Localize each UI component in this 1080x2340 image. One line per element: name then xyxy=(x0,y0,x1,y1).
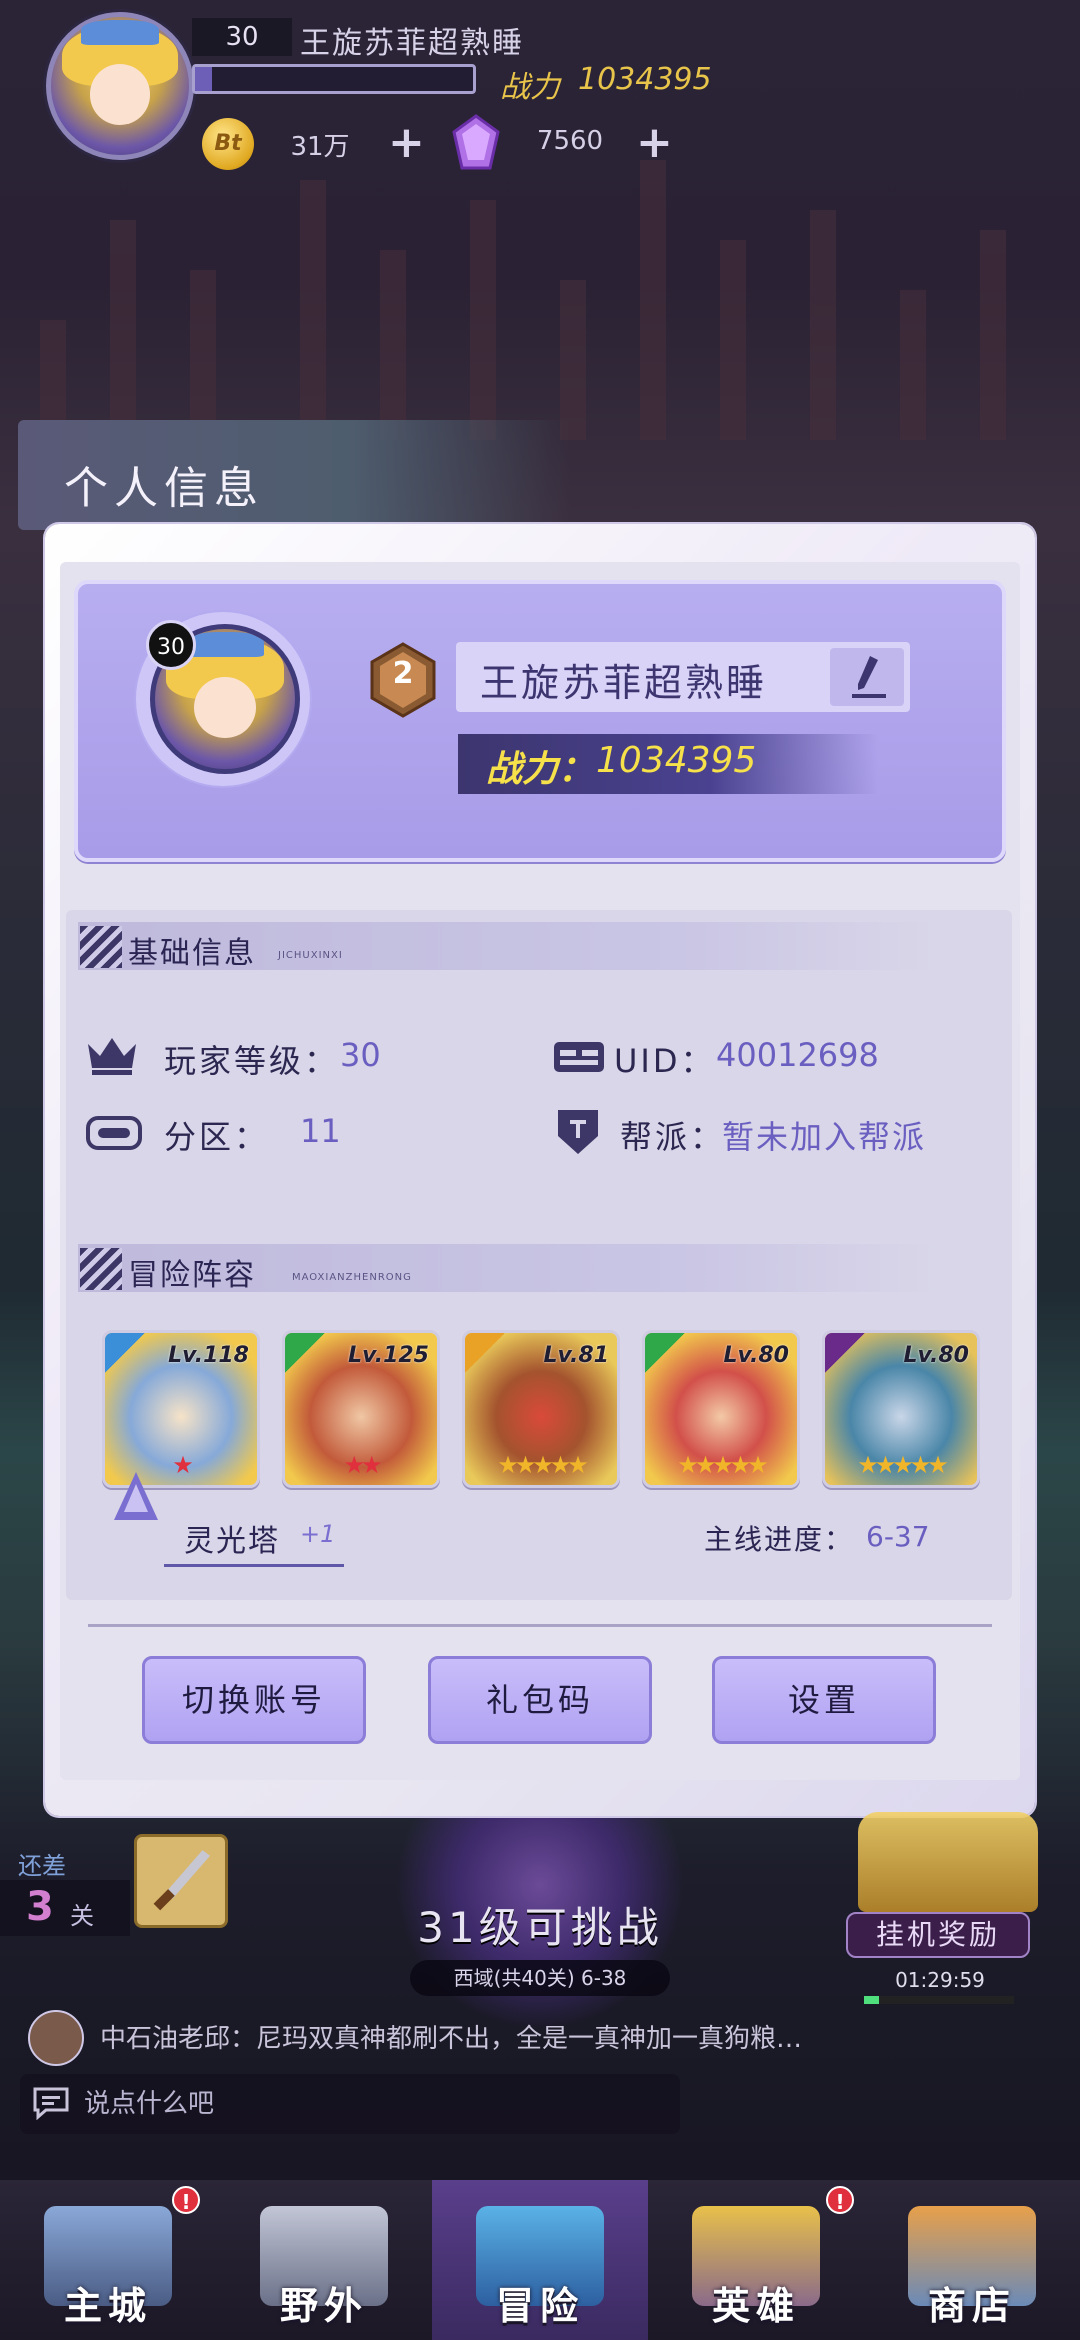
nature-element-icon xyxy=(645,1333,685,1373)
settings-button[interactable]: 设置 xyxy=(712,1656,936,1744)
power-label: 战力 xyxy=(500,70,560,105)
stripe-icon xyxy=(80,926,122,968)
hero-level: Lv.80 xyxy=(903,1343,969,1368)
nav-label: 冒险 xyxy=(495,2284,584,2328)
coin-icon: Bt xyxy=(202,118,254,170)
remain-label: 还差 xyxy=(18,1852,66,1880)
uid-label: UID： xyxy=(614,1042,716,1080)
chat-avatar xyxy=(28,2010,84,2066)
nav-label: 野外 xyxy=(279,2284,368,2328)
gem-icon xyxy=(452,114,500,170)
hero-stars: ★★★★★ xyxy=(857,1451,949,1479)
page-title: 个人信息 xyxy=(64,463,264,514)
player-name: 王旋苏菲超熟睡 xyxy=(300,26,524,61)
crown-icon xyxy=(88,1038,136,1075)
profile-name: 王旋苏菲超熟睡 xyxy=(480,661,768,705)
guild-value: 暂未加入帮派 xyxy=(722,1118,927,1156)
stripe-icon xyxy=(80,1248,122,1290)
light-element-icon xyxy=(465,1333,505,1373)
spirit-tower-label[interactable]: 灵光塔 xyxy=(184,1516,280,1560)
profile-power-label: 战力： xyxy=(486,749,595,790)
server-icon xyxy=(86,1116,142,1150)
nature-element-icon xyxy=(285,1333,325,1373)
basic-info-title: 基础信息 xyxy=(128,936,256,971)
idle-timer: 01:29:59 xyxy=(895,1968,985,1992)
nav-shop[interactable]: 商店 xyxy=(864,2180,1080,2340)
hero-stars: ★★★★★ xyxy=(497,1451,589,1479)
nav-heroes[interactable]: ! 英雄 xyxy=(648,2180,864,2340)
pencil-icon xyxy=(852,656,886,698)
lineup-subtitle: MAOXIANZHENRONG xyxy=(292,1272,412,1283)
server-value: 11 xyxy=(300,1112,341,1150)
hero-stars: ★★ xyxy=(343,1451,382,1479)
id-card-icon xyxy=(554,1042,604,1072)
exp-bar-fill xyxy=(195,67,212,91)
hero-card-2[interactable]: Lv.125 ★★ xyxy=(282,1330,440,1488)
chat-message[interactable]: 中石油老邱：尼玛双真神都刷不出，全是一真神加一真狗粮… xyxy=(100,2018,1060,2055)
divider xyxy=(88,1624,992,1627)
power-value: 1034395 xyxy=(578,62,712,97)
idle-reward-button[interactable]: 挂机奖励 xyxy=(846,1912,1030,1958)
dark-element-icon xyxy=(825,1333,865,1373)
hero-level: Lv.118 xyxy=(168,1343,249,1368)
chat-bubble-icon xyxy=(33,2087,69,2120)
profile-power-value: 1034395 xyxy=(596,740,757,781)
add-gem-button[interactable]: + xyxy=(636,121,673,165)
server-label: 分区： xyxy=(164,1118,270,1156)
background-city-silhouette xyxy=(0,140,1080,440)
chat-input[interactable]: 说点什么吧 xyxy=(20,2074,680,2134)
exp-bar xyxy=(192,64,476,94)
notification-badge: ! xyxy=(172,2186,200,2214)
player-level: 30 xyxy=(192,18,292,56)
lineup-title: 冒险阵容 xyxy=(128,1258,256,1293)
nav-label: 商店 xyxy=(927,2284,1016,2328)
hero-card-3[interactable]: Lv.81 ★★★★★ xyxy=(462,1330,620,1488)
edit-name-button[interactable] xyxy=(830,648,904,706)
nav-main-city[interactable]: ! 主城 xyxy=(0,2180,216,2340)
nav-wild[interactable]: 野外 xyxy=(216,2180,432,2340)
spirit-tower-bonus: +1 xyxy=(300,1520,336,1548)
gift-code-button[interactable]: 礼包码 xyxy=(428,1656,652,1744)
spirit-tower-underline xyxy=(164,1564,344,1567)
uid-value: 40012698 xyxy=(716,1036,879,1074)
guild-label: 帮派： xyxy=(620,1118,726,1156)
rank-number: 2 xyxy=(392,656,414,691)
nav-label: 主城 xyxy=(63,2284,152,2328)
hero-level: Lv.125 xyxy=(348,1343,429,1368)
idle-progress-bar xyxy=(864,1996,1014,2004)
hero-stars: ★★★★★ xyxy=(677,1451,769,1479)
notification-badge: ! xyxy=(826,2186,854,2214)
switch-account-button[interactable]: 切换账号 xyxy=(142,1656,366,1744)
player-level-value: 30 xyxy=(340,1036,381,1074)
coin-value: 31万 xyxy=(290,132,350,162)
hero-level: Lv.80 xyxy=(723,1343,789,1368)
guild-shield-icon xyxy=(558,1110,598,1154)
spirit-tower-icon xyxy=(114,1472,158,1520)
profile-level-badge: 30 xyxy=(146,620,196,670)
main-progress-label: 主线进度： xyxy=(704,1523,855,1556)
player-level-label: 玩家等级： xyxy=(164,1042,340,1080)
hero-card-1[interactable]: Lv.118 ★ xyxy=(102,1330,260,1488)
nav-label: 英雄 xyxy=(711,2284,800,2328)
gem-value: 7560 xyxy=(536,126,604,156)
hero-card-5[interactable]: Lv.80 ★★★★★ xyxy=(822,1330,980,1488)
basic-info-subtitle: JICHUXINXI xyxy=(278,950,343,961)
water-element-icon xyxy=(105,1333,145,1373)
hero-level: Lv.81 xyxy=(543,1343,609,1368)
add-coin-button[interactable]: + xyxy=(388,121,425,165)
main-progress-value: 6-37 xyxy=(866,1520,930,1553)
player-avatar[interactable] xyxy=(46,12,194,160)
nav-adventure[interactable]: 冒险 xyxy=(432,2180,648,2340)
stage-name: 西域(共40关) 6-38 xyxy=(410,1960,670,1996)
hero-card-4[interactable]: Lv.80 ★★★★★ xyxy=(642,1330,800,1488)
